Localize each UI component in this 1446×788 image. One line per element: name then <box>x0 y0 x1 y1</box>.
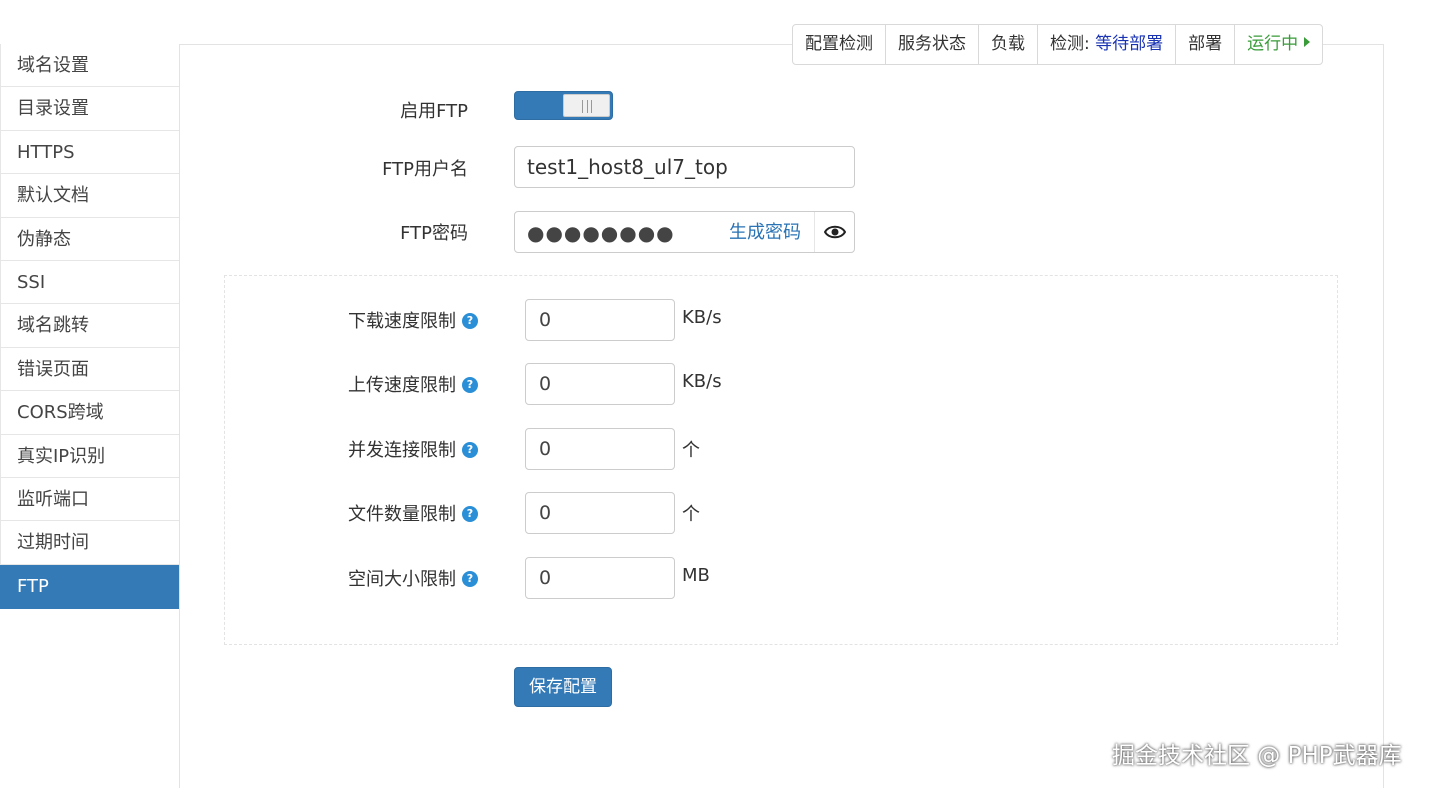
file-count-limit-text: 文件数量限制 <box>348 504 456 525</box>
enable-ftp-toggle[interactable] <box>514 91 613 120</box>
download-limit-input[interactable]: 0 <box>525 299 675 341</box>
sidebar-item-redirect[interactable]: 域名跳转 <box>0 304 179 348</box>
help-icon[interactable]: ? <box>462 377 478 393</box>
enable-ftp-label: 启用FTP <box>400 101 468 122</box>
upload-limit-unit: KB/s <box>682 371 722 392</box>
file-count-limit-label: 文件数量限制? <box>300 500 478 526</box>
sidebar-item-listen-port[interactable]: 监听端口 <box>0 477 179 522</box>
load-button[interactable]: 负载 <box>979 25 1038 64</box>
space-limit-text: 空间大小限制 <box>348 569 456 590</box>
sidebar-item-expire[interactable]: 过期时间 <box>0 521 179 565</box>
help-icon[interactable]: ? <box>462 442 478 458</box>
sidebar-item-rewrite[interactable]: 伪静态 <box>0 217 179 261</box>
detect-label: 检测: <box>1050 34 1090 54</box>
site-toolbar: 配置检测 服务状态 负载 检测: 等待部署 部署 运行中 <box>792 24 1324 65</box>
grip-icon <box>582 100 592 113</box>
help-icon[interactable]: ? <box>462 506 478 522</box>
sidebar-item-domain[interactable]: 域名设置 <box>0 44 179 88</box>
space-limit-unit: MB <box>682 565 710 586</box>
service-status-button[interactable]: 服务状态 <box>886 25 979 64</box>
caret-right-icon <box>1304 37 1311 47</box>
config-check-button[interactable]: 配置检测 <box>793 25 886 64</box>
ftp-password-label: FTP密码 <box>400 223 468 244</box>
save-config-button[interactable]: 保存配置 <box>514 667 612 707</box>
file-count-limit-unit: 个 <box>682 504 700 525</box>
download-limit-text: 下载速度限制 <box>348 311 456 332</box>
running-status-button[interactable]: 运行中 <box>1235 25 1322 64</box>
connection-limit-input[interactable]: 0 <box>525 428 675 470</box>
upload-limit-text: 上传速度限制 <box>348 375 456 396</box>
ftp-username-label: FTP用户名 <box>382 159 468 180</box>
sidebar-item-directory[interactable]: 目录设置 <box>0 87 179 131</box>
eye-icon[interactable] <box>814 212 854 252</box>
password-masked-value: ●●●●●●●● <box>527 221 675 245</box>
ftp-username-input[interactable]: test1_host8_ul7_top <box>514 146 855 188</box>
sidebar-item-https[interactable]: HTTPS <box>0 130 179 175</box>
connection-limit-unit: 个 <box>682 440 700 461</box>
sidebar-item-real-ip[interactable]: 真实IP识别 <box>0 434 179 478</box>
settings-sidebar: 域名设置 目录设置 HTTPS 默认文档 伪静态 SSI 域名跳转 错误页面 C… <box>0 44 180 788</box>
deploy-button[interactable]: 部署 <box>1176 25 1236 64</box>
watermark-text: 掘金技术社区 @ PHP武器库 <box>1112 743 1402 769</box>
ftp-password-field[interactable]: ●●●●●●●● 生成密码 <box>514 211 855 253</box>
help-icon[interactable]: ? <box>462 313 478 329</box>
upload-limit-input[interactable]: 0 <box>525 363 675 405</box>
generate-password-link[interactable]: 生成密码 <box>729 212 801 254</box>
file-count-limit-input[interactable]: 0 <box>525 492 675 534</box>
download-limit-label: 下载速度限制? <box>300 307 478 333</box>
connection-limit-label: 并发连接限制? <box>300 436 478 462</box>
sidebar-item-default-doc[interactable]: 默认文档 <box>0 174 179 218</box>
running-label: 运行中 <box>1247 34 1299 54</box>
connection-limit-text: 并发连接限制 <box>348 440 456 461</box>
upload-limit-label: 上传速度限制? <box>300 371 478 397</box>
sidebar-item-cors[interactable]: CORS跨域 <box>0 391 179 435</box>
sidebar-item-ftp[interactable]: FTP <box>0 564 179 609</box>
help-icon[interactable]: ? <box>462 571 478 587</box>
sidebar-item-error-page[interactable]: 错误页面 <box>0 347 179 392</box>
toggle-knob <box>563 94 610 117</box>
space-limit-input[interactable]: 0 <box>525 557 675 599</box>
sidebar-item-ssi[interactable]: SSI <box>0 260 179 305</box>
space-limit-label: 空间大小限制? <box>300 565 478 591</box>
download-limit-unit: KB/s <box>682 307 722 328</box>
detect-button[interactable]: 检测: 等待部署 <box>1038 25 1177 64</box>
detect-status: 等待部署 <box>1095 34 1164 54</box>
